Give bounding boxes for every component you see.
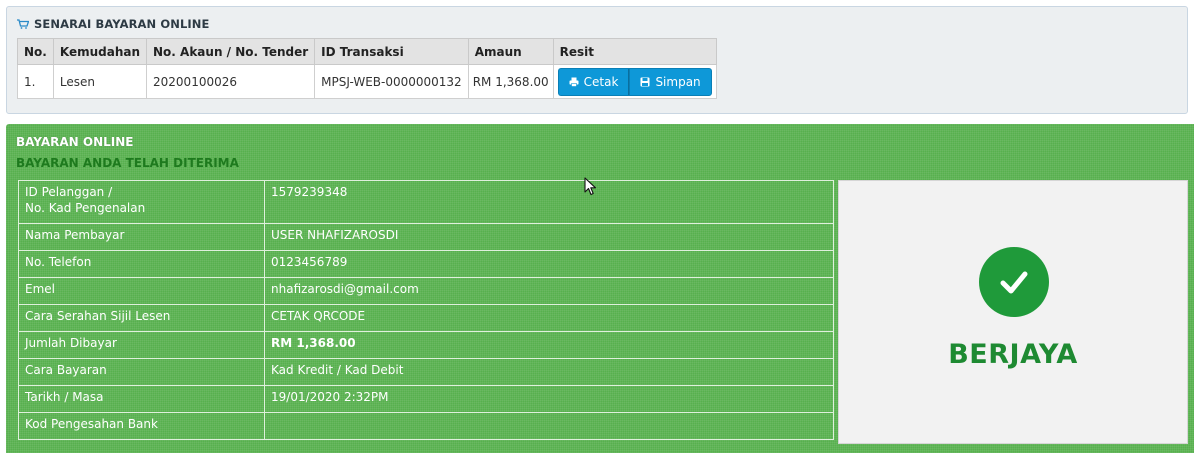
- cart-icon: [17, 19, 29, 29]
- save-button[interactable]: Simpan: [629, 67, 712, 96]
- check-circle-icon: [979, 247, 1049, 317]
- detail-label-line: ID Pelanggan /: [25, 185, 113, 199]
- detail-label: Tarikh / Masa: [18, 385, 265, 413]
- payment-status-text: BERJAYA: [948, 339, 1078, 370]
- detail-value: CETAK QRCODE: [264, 304, 834, 332]
- detail-value: Kad Kredit / Kad Debit: [264, 358, 834, 386]
- detail-label: Nama Pembayar: [18, 223, 265, 251]
- payment-list-header: SENARAI BAYARAN ONLINE: [17, 16, 209, 32]
- payment-list-panel: SENARAI BAYARAN ONLINE No. Kemudahan No.…: [6, 6, 1188, 114]
- payment-panel-title: BAYARAN ONLINE: [16, 135, 134, 149]
- cell-resit: Cetak Simpan: [552, 64, 717, 99]
- column-header-kemudahan: Kemudahan: [52, 38, 148, 65]
- printer-icon: [569, 77, 579, 87]
- detail-label: Jumlah Dibayar: [18, 331, 265, 359]
- detail-label: No. Telefon: [18, 250, 265, 278]
- table-header-row: No. Kemudahan No. Akaun / No. Tender ID …: [17, 38, 717, 65]
- payment-list-table: No. Kemudahan No. Akaun / No. Tender ID …: [17, 38, 717, 99]
- cell-no: 1.: [17, 64, 54, 99]
- cell-amaun: RM 1,368.00: [467, 64, 554, 99]
- payment-list-title: SENARAI BAYARAN ONLINE: [34, 17, 210, 31]
- mouse-cursor-icon: [584, 177, 597, 196]
- detail-label: ID Pelanggan / No. Kad Pengenalan: [18, 180, 265, 224]
- detail-row-customer-id: ID Pelanggan / No. Kad Pengenalan 157923…: [18, 180, 834, 224]
- detail-value: USER NHAFIZAROSDI: [264, 223, 834, 251]
- detail-value: 1579239348: [264, 180, 834, 224]
- detail-label: Cara Serahan Sijil Lesen: [18, 304, 265, 332]
- detail-row-bank-code: Kod Pengesahan Bank: [18, 412, 834, 440]
- cell-transaksi: MPSJ-WEB-0000000132: [314, 64, 469, 99]
- detail-row-phone: No. Telefon 0123456789: [18, 250, 834, 278]
- detail-label-line: No. Kad Pengenalan: [25, 201, 146, 215]
- save-icon: [640, 77, 650, 86]
- detail-label: Kod Pengesahan Bank: [18, 412, 265, 440]
- detail-row-datetime: Tarikh / Masa 19/01/2020 2:32PM: [18, 385, 834, 413]
- detail-row-payer-name: Nama Pembayar USER NHAFIZAROSDI: [18, 223, 834, 251]
- payment-details-table: ID Pelanggan / No. Kad Pengenalan 157923…: [18, 180, 834, 440]
- detail-value: nhafizarosdi@gmail.com: [264, 277, 834, 305]
- save-button-label: Simpan: [655, 74, 701, 89]
- detail-row-payment-method: Cara Bayaran Kad Kredit / Kad Debit: [18, 358, 834, 386]
- column-header-amaun: Amaun: [467, 38, 554, 65]
- column-header-akaun: No. Akaun / No. Tender: [146, 38, 316, 65]
- detail-value: [264, 412, 834, 440]
- detail-row-email: Emel nhafizarosdi@gmail.com: [18, 277, 834, 305]
- print-button[interactable]: Cetak: [557, 67, 630, 96]
- detail-row-delivery-method: Cara Serahan Sijil Lesen CETAK QRCODE: [18, 304, 834, 332]
- detail-label: Emel: [18, 277, 265, 305]
- cell-kemudahan: Lesen: [52, 64, 148, 99]
- detail-value: RM 1,368.00: [264, 331, 834, 359]
- payment-result-panel: BAYARAN ONLINE BAYARAN ANDA TELAH DITERI…: [6, 124, 1194, 453]
- detail-label: Cara Bayaran: [18, 358, 265, 386]
- print-button-label: Cetak: [583, 74, 619, 89]
- column-header-transaksi: ID Transaksi: [314, 38, 469, 65]
- payment-status-box: BERJAYA: [838, 180, 1188, 444]
- payment-received-message: BAYARAN ANDA TELAH DITERIMA: [16, 156, 239, 170]
- table-row: 1. Lesen 20200100026 MPSJ-WEB-0000000132…: [17, 64, 717, 99]
- receipt-button-group: Cetak Simpan: [557, 67, 712, 96]
- column-header-resit: Resit: [552, 38, 717, 65]
- detail-value: 19/01/2020 2:32PM: [264, 385, 834, 413]
- detail-value: 0123456789: [264, 250, 834, 278]
- cell-akaun: 20200100026: [146, 64, 316, 99]
- detail-row-amount-paid: Jumlah Dibayar RM 1,368.00: [18, 331, 834, 359]
- column-header-no: No.: [17, 38, 54, 65]
